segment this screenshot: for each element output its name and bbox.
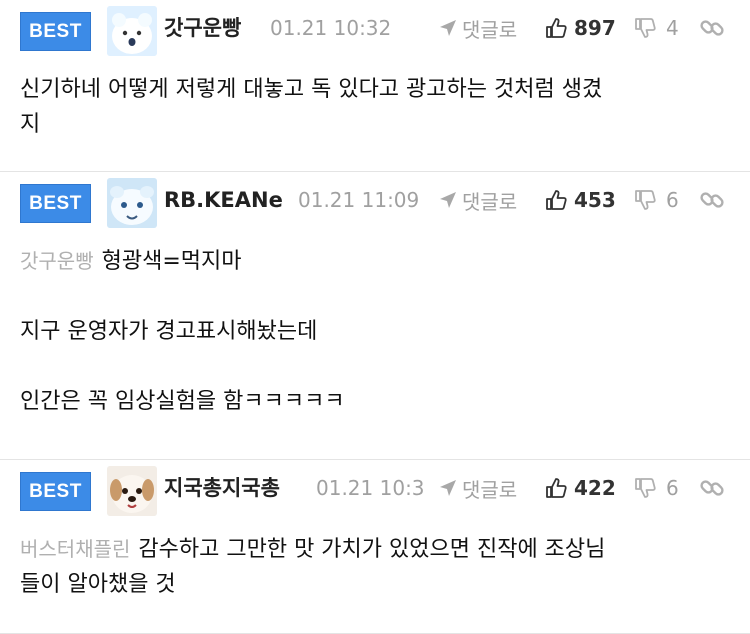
reply-label: 댓글로 (462, 477, 518, 502)
avatar[interactable] (107, 178, 157, 228)
thumbs-up-icon (546, 190, 567, 210)
comment-text-line: 버스터채플린 감수하고 그만한 맛 가치가 있었으면 진작에 조상님 (20, 537, 606, 562)
thumbs-down-icon (635, 478, 656, 498)
like-count: 453 (574, 188, 616, 212)
link-icon[interactable] (698, 474, 726, 502)
comment-item: BEST 갓구운빵 01.21 10:32 댓글로 897 4 신기하네 어떻게… (0, 0, 750, 172)
comment-text-line (20, 279, 735, 314)
comment-text-line: 들이 알아챘을 것 (20, 572, 176, 597)
like-count: 422 (574, 476, 616, 500)
like-button[interactable]: 453 (545, 186, 616, 214)
dislike-count: 4 (666, 16, 679, 40)
dislike-button[interactable]: 6 (634, 186, 679, 214)
avatar[interactable] (107, 6, 157, 56)
dislike-button[interactable]: 6 (634, 474, 679, 502)
like-button[interactable]: 422 (545, 474, 616, 502)
reply-button[interactable]: 댓글로 (438, 14, 517, 42)
link-icon[interactable] (698, 14, 726, 42)
comment-header: BEST 갓구운빵 01.21 10:32 댓글로 897 4 (0, 0, 750, 58)
comment-text-line: 지구 운영자가 경고표시해놨는데 (20, 319, 318, 344)
comment-text-line: 갓구운빵 형광색=먹지마 (20, 249, 242, 274)
nickname[interactable]: 갓구운빵 (164, 14, 241, 42)
dislike-count: 6 (666, 476, 679, 500)
timestamp: 01.21 10:3 (316, 476, 425, 500)
thumbs-up-icon (546, 18, 567, 38)
reply-label: 댓글로 (462, 17, 518, 42)
mention-link[interactable]: 갓구운빵 (20, 249, 94, 273)
comment-text-line: 지 (20, 112, 41, 137)
send-arrow-icon (440, 192, 456, 208)
mention-link[interactable]: 버스터채플린 (20, 537, 130, 561)
reply-button[interactable]: 댓글로 (438, 474, 517, 502)
comment-item: BEST RB.KEANe 01.21 11:09 댓글로 453 6 갓구운빵… (0, 172, 750, 460)
like-button[interactable]: 897 (545, 14, 616, 42)
dislike-count: 6 (666, 188, 679, 212)
comment-text-line: 인간은 꼭 임상실험을 함ㅋㅋㅋㅋㅋ (20, 389, 345, 414)
comment-header: BEST RB.KEANe 01.21 11:09 댓글로 453 6 (0, 172, 750, 230)
like-count: 897 (574, 16, 616, 40)
comment-text-line (20, 349, 735, 384)
timestamp: 01.21 10:32 (270, 16, 392, 40)
comment-body: 갓구운빵 형광색=먹지마 지구 운영자가 경고표시해놨는데 인간은 꼭 임상실험을… (20, 244, 735, 419)
best-badge: BEST (20, 12, 91, 51)
thumbs-up-icon (546, 478, 567, 498)
comment-body: 버스터채플린 감수하고 그만한 맛 가치가 있었으면 진작에 조상님 들이 알아챘… (20, 532, 735, 602)
comment-text-line: 신기하네 어떻게 저렇게 대놓고 독 있다고 광고하는 것처럼 생겼 (20, 77, 603, 102)
timestamp: 01.21 11:09 (298, 188, 420, 212)
thumbs-down-icon (635, 190, 656, 210)
reply-label: 댓글로 (462, 189, 518, 214)
best-badge: BEST (20, 184, 91, 223)
comment-body: 신기하네 어떻게 저렇게 대놓고 독 있다고 광고하는 것처럼 생겼 지 (20, 72, 735, 142)
nickname[interactable]: RB.KEANe (164, 186, 283, 214)
comment-header: BEST 지국총지국총 01.21 10:3 댓글로 422 6 (0, 460, 750, 518)
avatar[interactable] (107, 466, 157, 516)
link-icon[interactable] (698, 186, 726, 214)
thumbs-down-icon (635, 18, 656, 38)
best-badge: BEST (20, 472, 91, 511)
send-arrow-icon (440, 480, 456, 496)
send-arrow-icon (440, 20, 456, 36)
dislike-button[interactable]: 4 (634, 14, 679, 42)
comment-item: BEST 지국총지국총 01.21 10:3 댓글로 422 6 버스터채플린 … (0, 460, 750, 634)
nickname[interactable]: 지국총지국총 (164, 474, 280, 502)
reply-button[interactable]: 댓글로 (438, 186, 517, 214)
